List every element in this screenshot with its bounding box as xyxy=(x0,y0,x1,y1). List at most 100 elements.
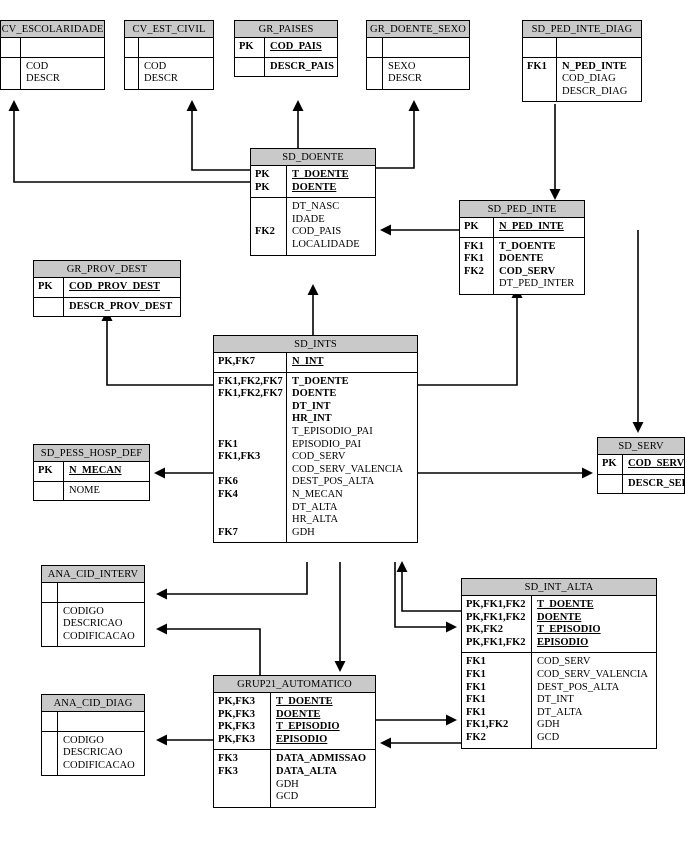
attribute-column xyxy=(21,38,104,57)
entity-title-sd_pess_hosp_def: SD_PESS_HOSP_DEF xyxy=(34,445,149,462)
key-column xyxy=(125,38,139,57)
attribute-name: T_EPISODIO xyxy=(537,624,601,636)
key-label: FK2 xyxy=(464,265,484,277)
attribute-column: DATA_ADMISSAO DATA_ALTA GDH GCD xyxy=(271,750,375,806)
relationship-arrowhead xyxy=(186,100,198,111)
entity-sd_ped_inte_diag[interactable]: SD_PED_INTE_DIAG FK1 N_PED_INTE COD_DIAG D… xyxy=(522,20,642,103)
key-column xyxy=(1,38,21,57)
entity-attribute-section: COD DESCR xyxy=(1,56,104,89)
attribute-column: COD_PAIS xyxy=(265,38,337,57)
key-label: PK xyxy=(602,458,617,469)
attribute-name: DESCR_SERV xyxy=(628,477,685,489)
relationship-arrowhead xyxy=(8,100,20,111)
entity-title-ana_cid_interv: ANA_CID_INTERV xyxy=(42,566,144,583)
entity-key-section: PK PK T_DOENTE DOENTE xyxy=(251,166,375,198)
entity-attribute-section: COD DESCR xyxy=(125,56,213,89)
relationship-arrowhead xyxy=(334,661,346,672)
entity-attribute-section: FK2 DT_NASC IDADE COD_PAIS LOCALIDADE xyxy=(251,197,375,255)
key-column: PK xyxy=(235,38,265,57)
entity-sd_ped_inte[interactable]: SD_PED_INTE PK N_PED_INTE FK1 FK1 FK2 T_DOENT… xyxy=(459,200,585,295)
key-column xyxy=(235,57,265,77)
attribute-column: T_DOENTE DOENTE COD_SERV DT_PED_INTER xyxy=(494,238,584,294)
attribute-column: CODIGO DESCRICAO CODIFICACAO xyxy=(58,732,144,776)
attribute-name: IDADE xyxy=(292,213,325,225)
key-column: PK PK xyxy=(251,166,287,198)
relationship-arrowhead xyxy=(307,284,319,295)
attribute-column: CODIGO DESCRICAO CODIFICACAO xyxy=(58,603,144,647)
attribute-name: N_PED_INTE xyxy=(499,221,564,232)
relationship-sd_int_alta-to-sd_ints xyxy=(396,561,461,612)
attribute-name: DT_PED_INTER xyxy=(499,278,575,290)
entity-gr_paises[interactable]: GR_PAISES PK COD_PAIS DESCR_PAIS xyxy=(234,20,338,78)
key-label xyxy=(129,73,135,86)
relationship-grup21_automatico-to-sd_int_alta xyxy=(376,714,457,726)
key-label: FK1,FK2,FK7 xyxy=(218,388,283,400)
attribute-name: DESCR_PROV_DEST xyxy=(69,300,173,312)
relationship-sd_ints-to-gr_prov_dest xyxy=(101,310,213,386)
key-label: FK1 xyxy=(466,706,486,718)
entity-sd_doente[interactable]: SD_DOENTE PK PK T_DOENTE DOENTE FK2 DT_NASC I… xyxy=(250,148,376,256)
key-label: FK1,FK2,FK7 xyxy=(218,375,283,387)
entity-key-section xyxy=(367,38,469,57)
attribute-name: SEXO xyxy=(388,60,416,72)
attribute-name: GCD xyxy=(276,791,299,803)
key-column: FK1,FK2,FK7 FK1,FK2,FK7 FK1 FK1,FK3 FK6 FK4… xyxy=(214,372,287,543)
relationship-sd_ints-to-sd_serv xyxy=(418,467,593,479)
entity-sd_serv[interactable]: SD_SERV PK COD_SERV DESCR_SERV xyxy=(597,437,685,495)
relationship-arrowhead xyxy=(292,100,304,111)
attribute-name: DOENTE xyxy=(292,388,337,400)
attribute-name: T_EPISODIO xyxy=(276,721,340,733)
entity-attribute-section: CODIGO DESCRICAO CODIFICACAO xyxy=(42,730,144,776)
key-column: PK,FK3 PK,FK3 PK,FK3 PK,FK3 xyxy=(214,693,271,750)
key-label: PK xyxy=(255,169,270,180)
entity-sd_int_alta[interactable]: SD_INT_ALTA PK,FK1,FK2 PK,FK1,FK2 PK,FK2 PK,… xyxy=(461,578,657,749)
key-label: PK,FK3 xyxy=(218,733,256,745)
attribute-name: DT_ALTA xyxy=(292,501,338,513)
entity-cv_est_civil[interactable]: CV_EST_CIVIL COD DESCR xyxy=(124,20,214,90)
attribute-column xyxy=(58,712,144,731)
attribute-name: T_DOENTE xyxy=(537,599,594,610)
entity-sd_pess_hosp_def[interactable]: SD_PESS_HOSP_DEF PK N_MECAN NOME xyxy=(33,444,150,502)
key-label: PK xyxy=(38,465,53,476)
key-column xyxy=(125,57,139,89)
attribute-name: DOENTE xyxy=(292,181,337,193)
key-label: FK1,FK3 xyxy=(218,451,261,463)
attribute-column: DESCR_PAIS xyxy=(265,58,338,77)
relationship-sd_ped_inte-to-sd_doente xyxy=(380,224,459,236)
key-label xyxy=(5,73,17,86)
key-label xyxy=(218,791,267,804)
attribute-name: DESCR xyxy=(388,73,422,85)
relationship-arrowhead xyxy=(446,621,457,633)
key-label xyxy=(527,73,553,86)
key-label: PK,FK1,FK2 xyxy=(466,636,526,648)
attribute-name: DOENTE xyxy=(499,253,544,265)
relationship-arrowhead xyxy=(156,734,167,746)
entity-attribute-section: FK1,FK2,FK7 FK1,FK2,FK7 FK1 FK1,FK3 FK6 FK4… xyxy=(214,371,417,543)
entity-gr_doente_sexo[interactable]: GR_DOENTE_SEXO SEXO DESCR xyxy=(366,20,470,90)
key-label: PK,FK3 xyxy=(218,708,256,720)
entity-ana_cid_diag[interactable]: ANA_CID_DIAG CODIGO DESCRICAO CODIFICACAO xyxy=(41,694,145,777)
entity-sd_ints[interactable]: SD_INTS PK,FK7 N_INT FK1,FK2,FK7 FK1,FK2,FK7… xyxy=(213,335,418,544)
entity-grup21_automatico[interactable]: GRUP21_AUTOMATICO PK,FK3 PK,FK3 PK,FK3 PK,FK… xyxy=(213,675,376,808)
attribute-name: DT_NASC xyxy=(292,201,340,213)
key-label xyxy=(46,606,54,619)
entity-gr_prov_dest[interactable]: GR_PROV_DEST PK COD_PROV_DEST DESCR_PROV_D… xyxy=(33,260,181,318)
attribute-name: EPISODIO_PAI xyxy=(292,438,362,450)
relationship-sd_doente-to-cv_escolaridade xyxy=(8,100,250,183)
key-label xyxy=(46,747,54,760)
key-column xyxy=(598,474,623,494)
key-label: FK3 xyxy=(218,765,238,777)
entity-key-section xyxy=(523,38,641,57)
relationship-sd_doente-to-gr_paises xyxy=(292,100,304,148)
entity-attribute-section: DESCR_PAIS xyxy=(235,56,338,77)
entity-ana_cid_interv[interactable]: ANA_CID_INTERV CODIGO DESCRICAO CODIFICACA… xyxy=(41,565,145,648)
key-label xyxy=(38,301,60,314)
key-column: PK,FK1,FK2 PK,FK1,FK2 PK,FK2 PK,FK1,FK2 xyxy=(462,596,532,653)
entity-cv_escolaridade[interactable]: CV_ESCOLARIDADE COD DESCR xyxy=(0,20,105,90)
key-label xyxy=(371,61,379,74)
key-label: FK3 xyxy=(218,753,238,765)
attribute-column: COD_SERV COD_SERV_VALENCIA DEST_POS_ALTA DT… xyxy=(532,653,656,747)
attribute-name: DT_INT xyxy=(537,694,574,706)
entity-attribute-section: CODIGO DESCRICAO CODIFICACAO xyxy=(42,601,144,647)
key-label xyxy=(527,86,553,99)
